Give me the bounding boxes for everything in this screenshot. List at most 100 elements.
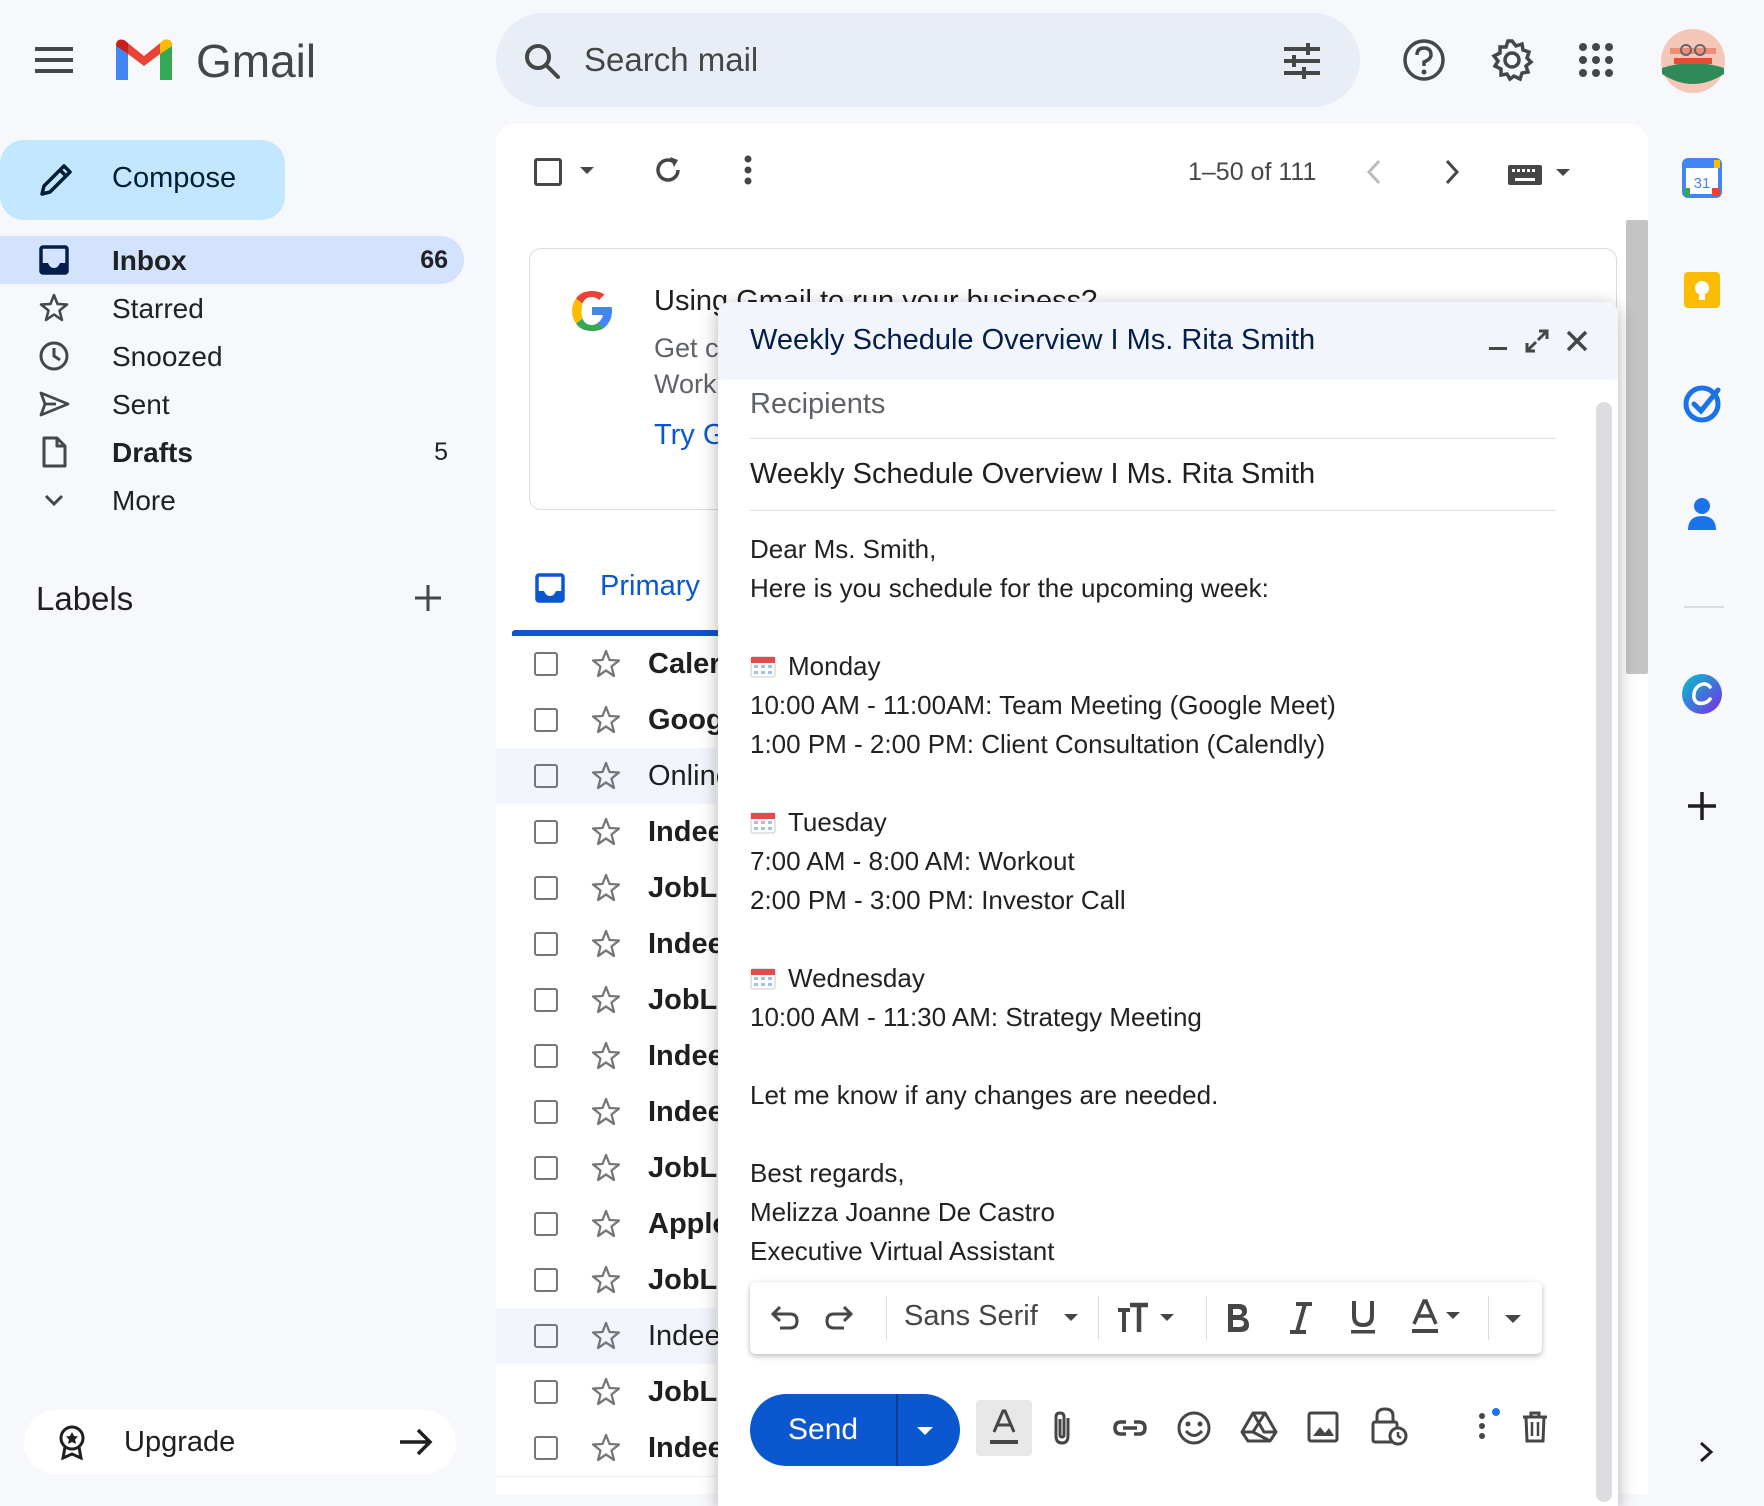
emoji-smile-icon[interactable] — [1176, 1410, 1212, 1446]
star-icon[interactable] — [590, 816, 622, 848]
row-checkbox[interactable] — [534, 876, 558, 900]
row-checkbox[interactable] — [534, 652, 558, 676]
tasks-app-icon[interactable] — [1680, 380, 1728, 428]
mail-row[interactable]: Apple — [496, 1196, 729, 1253]
keep-app-icon[interactable] — [1680, 268, 1728, 316]
row-checkbox[interactable] — [534, 1436, 558, 1460]
attach-paperclip-icon[interactable] — [1048, 1410, 1076, 1446]
row-checkbox[interactable] — [534, 764, 558, 788]
google-drive-icon[interactable] — [1240, 1410, 1278, 1444]
message-body[interactable]: Dear Ms. Smith, Here is you schedule for … — [750, 530, 1556, 1271]
mail-row[interactable]: Indee — [496, 1420, 724, 1477]
star-icon[interactable] — [590, 1376, 622, 1408]
promo-try-link[interactable]: Try G — [654, 419, 725, 452]
minimize-icon[interactable] — [1486, 330, 1510, 354]
nav-item-sent[interactable]: Sent — [0, 380, 464, 428]
send-button[interactable]: Send — [750, 1394, 960, 1466]
mail-row[interactable]: Indee — [496, 1084, 724, 1141]
select-all-checkbox[interactable] — [534, 158, 562, 186]
main-menu-icon[interactable] — [34, 40, 74, 80]
row-checkbox[interactable] — [534, 988, 558, 1012]
star-icon[interactable] — [590, 1432, 622, 1464]
compose-window-header[interactable]: Weekly Schedule Overview I Ms. Rita Smit… — [718, 302, 1618, 380]
mail-row[interactable]: JobLe — [496, 860, 733, 917]
redo-icon[interactable] — [824, 1302, 856, 1334]
nav-item-inbox[interactable]: Inbox 66 — [0, 236, 464, 284]
contacts-app-icon[interactable] — [1680, 492, 1728, 540]
mail-row[interactable]: JobLe — [496, 1364, 733, 1421]
star-icon[interactable] — [590, 704, 622, 736]
compose-scrollbar[interactable] — [1596, 402, 1612, 1502]
add-addon-plus-icon[interactable] — [1680, 784, 1728, 832]
formatting-options-button[interactable] — [976, 1400, 1032, 1456]
text-size-icon[interactable] — [1116, 1300, 1188, 1336]
chevron-left-icon[interactable] — [1362, 156, 1386, 188]
confidential-lock-clock-icon[interactable] — [1370, 1406, 1408, 1446]
mail-row[interactable]: JobLe — [496, 1252, 733, 1309]
account-avatar[interactable] — [1660, 28, 1726, 94]
fullscreen-expand-icon[interactable] — [1524, 328, 1550, 354]
star-icon[interactable] — [590, 1264, 622, 1296]
refresh-icon[interactable] — [652, 154, 684, 186]
nav-item-drafts[interactable]: Drafts 5 — [0, 428, 464, 476]
help-icon[interactable] — [1402, 38, 1446, 82]
mail-row[interactable]: JobLe — [496, 1140, 733, 1197]
more-options-vert-icon[interactable] — [1474, 1408, 1500, 1444]
discard-draft-trash-icon[interactable] — [1520, 1410, 1550, 1444]
mail-row[interactable]: JobLe — [496, 972, 733, 1029]
canva-app-icon[interactable] — [1680, 672, 1728, 720]
row-checkbox[interactable] — [534, 708, 558, 732]
add-label-plus-icon[interactable] — [412, 582, 444, 614]
select-dropdown-caret-icon[interactable] — [578, 164, 596, 178]
calendar-app-icon[interactable]: 31 — [1680, 156, 1728, 204]
row-checkbox[interactable] — [534, 1324, 558, 1348]
gmail-logo[interactable] — [112, 36, 176, 84]
subject-field[interactable]: Weekly Schedule Overview I Ms. Rita Smit… — [750, 438, 1556, 511]
text-color-icon[interactable] — [1410, 1298, 1474, 1336]
recipients-field[interactable]: Recipients — [750, 380, 1556, 439]
bold-icon[interactable] — [1222, 1300, 1252, 1336]
star-icon[interactable] — [590, 984, 622, 1016]
italic-icon[interactable] — [1286, 1300, 1316, 1336]
mail-row[interactable]: Caler — [496, 636, 721, 693]
apps-grid-icon[interactable] — [1578, 42, 1614, 78]
chevron-right-icon[interactable] — [1440, 156, 1464, 188]
more-vert-icon[interactable] — [738, 154, 758, 186]
insert-link-icon[interactable] — [1112, 1414, 1148, 1442]
font-dropdown-caret-icon[interactable] — [1062, 1312, 1080, 1324]
star-icon[interactable] — [590, 1208, 622, 1240]
mail-row[interactable]: Online — [496, 748, 732, 805]
mail-list-scrollbar[interactable] — [1626, 220, 1648, 674]
nav-item-more[interactable]: More — [0, 476, 464, 524]
star-icon[interactable] — [590, 648, 622, 680]
compose-button[interactable]: Compose — [0, 140, 285, 220]
row-checkbox[interactable] — [534, 1156, 558, 1180]
star-icon[interactable] — [590, 1152, 622, 1184]
star-icon[interactable] — [590, 1096, 622, 1128]
settings-gear-icon[interactable] — [1490, 38, 1534, 82]
star-icon[interactable] — [590, 872, 622, 904]
close-icon[interactable] — [1564, 328, 1590, 354]
expand-side-panel-chevron-icon[interactable] — [1694, 1436, 1718, 1468]
mail-row[interactable]: Indee — [496, 1308, 721, 1365]
schedule-send-caret-icon[interactable] — [914, 1424, 936, 1438]
search-options-icon[interactable] — [1282, 41, 1322, 81]
font-family-select[interactable]: Sans Serif — [904, 1300, 1038, 1333]
row-checkbox[interactable] — [534, 1044, 558, 1068]
star-icon[interactable] — [590, 928, 622, 960]
row-checkbox[interactable] — [534, 932, 558, 956]
tab-primary[interactable]: Primary — [512, 560, 718, 634]
mail-row[interactable]: Indee — [496, 916, 724, 973]
search-icon[interactable] — [522, 41, 562, 81]
more-formatting-caret-icon[interactable] — [1502, 1312, 1524, 1326]
undo-icon[interactable] — [768, 1302, 800, 1334]
row-checkbox[interactable] — [534, 1268, 558, 1292]
mail-row[interactable]: Indee — [496, 804, 724, 861]
mail-row[interactable]: Goog — [496, 692, 724, 749]
row-checkbox[interactable] — [534, 1380, 558, 1404]
star-icon[interactable] — [590, 1320, 622, 1352]
star-icon[interactable] — [590, 1040, 622, 1072]
search-bar[interactable]: Search mail — [496, 13, 1360, 107]
nav-item-starred[interactable]: Starred — [0, 284, 464, 332]
keyboard-icon[interactable] — [1506, 160, 1576, 188]
